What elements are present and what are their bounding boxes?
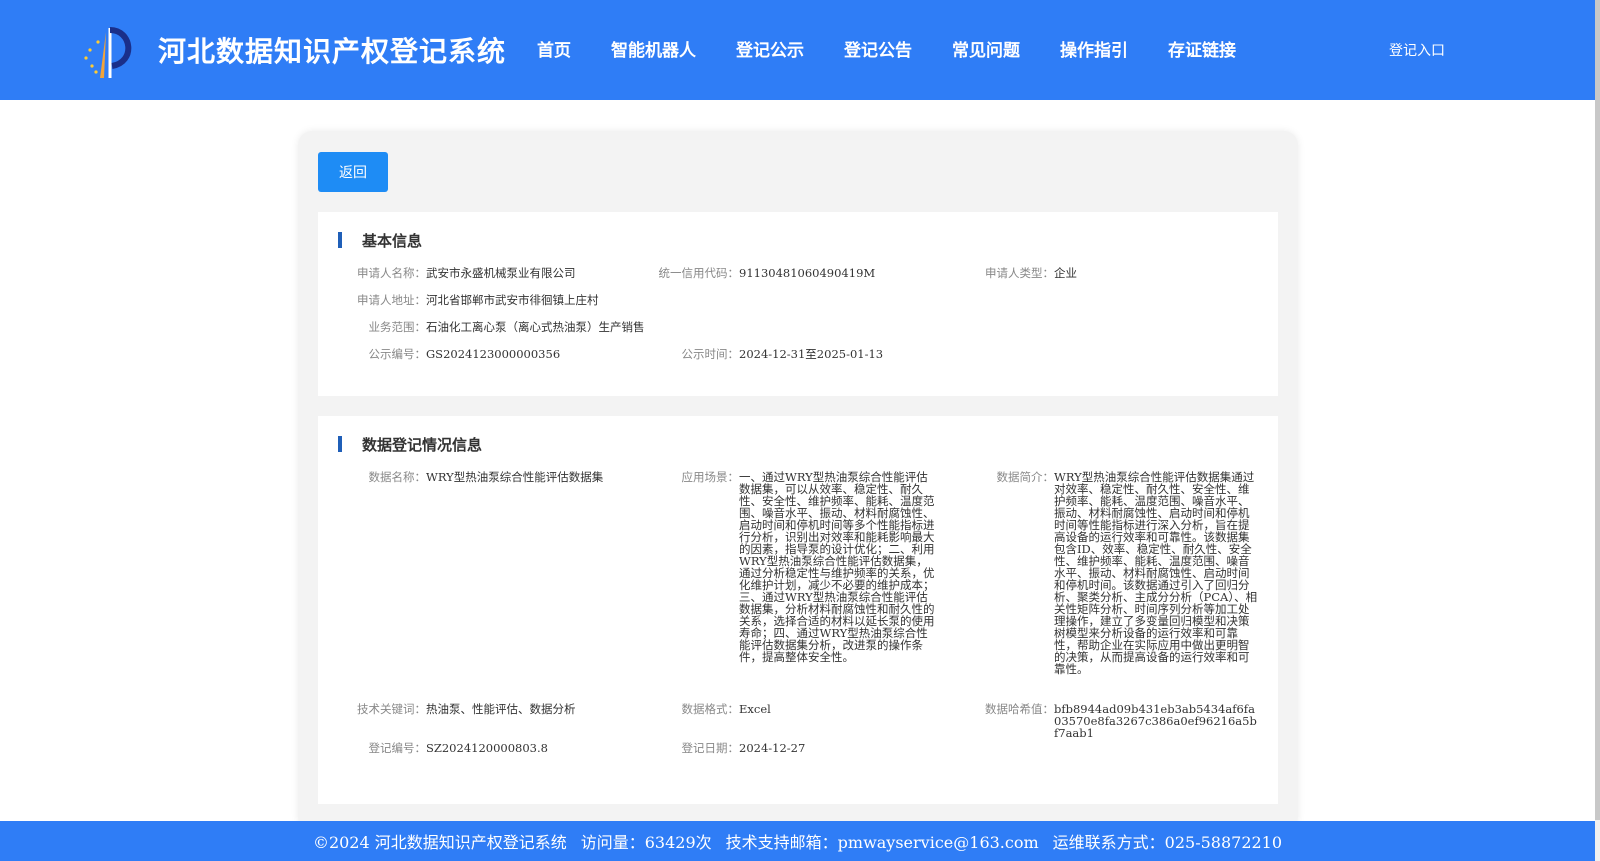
field-value: 河北省邯郸市武安市徘徊镇上庄村 bbox=[426, 293, 599, 307]
field-label: 数据简介： bbox=[996, 470, 1055, 484]
header-bar: 河北数据知识产权登记系统 首页 智能机器人 登记公示 登记公告 常见问题 操作指… bbox=[0, 0, 1595, 100]
nav-item-guide[interactable]: 操作指引 bbox=[1060, 36, 1128, 61]
field-value: WRY型热油泵综合性能评估数据集 bbox=[426, 470, 604, 484]
field-tech-keywords: 技术关键词： 热油泵、性能评估、数据分析 bbox=[357, 702, 626, 716]
field-registration-date: 登记日期： 2024-12-27 bbox=[682, 741, 935, 755]
field-value: 热油泵、性能评估、数据分析 bbox=[426, 702, 576, 716]
logo-icon bbox=[84, 27, 132, 78]
field-label: 登记编号： bbox=[368, 741, 427, 755]
page-scrollbar[interactable] bbox=[1595, 0, 1600, 861]
section-title-basic: 基本信息 bbox=[362, 231, 423, 250]
field-label: 申请人地址： bbox=[357, 293, 426, 307]
login-link[interactable]: 登记入口 bbox=[1389, 40, 1445, 60]
nav-item-home[interactable]: 首页 bbox=[537, 36, 571, 61]
section-header: 基本信息 bbox=[338, 231, 423, 250]
registration-info-panel: 数据登记情况信息 数据名称： WRY型热油泵综合性能评估数据集 应用场景： 一、… bbox=[318, 416, 1278, 804]
footer-copyright: ©2024 河北数据知识产权登记系统 bbox=[312, 833, 567, 852]
field-label: 统一信用代码： bbox=[658, 266, 740, 280]
field-label: 数据格式： bbox=[681, 702, 740, 716]
footer-phone: 运维联系方式：025-58872210 bbox=[1052, 833, 1283, 852]
field-registration-no: 登记编号： SZ2024120000803.8 bbox=[369, 741, 626, 755]
nav-item-faq[interactable]: 常见问题 bbox=[952, 36, 1020, 61]
section-marker bbox=[338, 232, 342, 248]
nav-item-publicity[interactable]: 登记公示 bbox=[736, 36, 804, 61]
field-label: 应用场景： bbox=[681, 470, 740, 484]
field-application-scenario: 应用场景： 一、通过WRY型热油泵综合性能评估数据集，可以从效率、稳定性、耐久性… bbox=[682, 470, 935, 664]
footer-bar: ©2024 河北数据知识产权登记系统 访问量：63429次 技术支持邮箱：pmw… bbox=[0, 821, 1595, 861]
field-label: 业务范围： bbox=[368, 320, 427, 334]
field-applicant-name: 申请人名称： 武安市永盛机械泵业有限公司 bbox=[357, 266, 576, 280]
field-label: 申请人类型： bbox=[985, 266, 1054, 280]
field-label: 数据哈希值： bbox=[985, 702, 1054, 716]
nav-item-evidence-link[interactable]: 存证链接 bbox=[1168, 36, 1236, 61]
field-value: 一、通过WRY型热油泵综合性能评估数据集，可以从效率、稳定性、耐久性、安全性、维… bbox=[739, 470, 935, 664]
field-value: bfb8944ad09b431eb3ab5434af6fa03570e8fa32… bbox=[1054, 702, 1257, 740]
field-data-hash: 数据哈希值： bfb8944ad09b431eb3ab5434af6fa0357… bbox=[985, 702, 1258, 740]
field-publicity-time: 公示时间： 2024-12-31至2025-01-13 bbox=[682, 347, 884, 361]
section-title-registration: 数据登记情况信息 bbox=[362, 435, 483, 454]
field-label: 登记日期： bbox=[681, 741, 740, 755]
field-value: 2024-12-31至2025-01-13 bbox=[739, 347, 884, 361]
field-applicant-type: 申请人类型： 企业 bbox=[985, 266, 1077, 280]
section-marker bbox=[338, 436, 342, 452]
field-value: 石油化工离心泵（离心式热油泵）生产销售 bbox=[426, 320, 645, 334]
field-value: 企业 bbox=[1054, 266, 1077, 280]
field-data-format: 数据格式： Excel bbox=[682, 702, 935, 716]
scrollbar-thumb[interactable] bbox=[1595, 0, 1600, 820]
basic-info-panel: 基本信息 申请人名称： 武安市永盛机械泵业有限公司 统一信用代码： 911304… bbox=[318, 212, 1278, 396]
field-value: WRY型热油泵综合性能评估数据集通过对效率、稳定性、耐久性、安全性、维护频率、能… bbox=[1054, 470, 1258, 676]
field-value: 91130481060490419M bbox=[739, 266, 876, 280]
field-label: 技术关键词： bbox=[357, 702, 426, 716]
field-data-name: 数据名称： WRY型热油泵综合性能评估数据集 bbox=[369, 470, 626, 484]
app-root: 河北数据知识产权登记系统 首页 智能机器人 登记公示 登记公告 常见问题 操作指… bbox=[0, 0, 1600, 861]
field-label: 公示时间： bbox=[681, 347, 740, 361]
section-header: 数据登记情况信息 bbox=[338, 435, 483, 454]
nav-item-robot[interactable]: 智能机器人 bbox=[611, 36, 696, 61]
footer-visits: 访问量：63429次 bbox=[580, 833, 712, 852]
field-value: Excel bbox=[739, 702, 771, 716]
field-credit-code: 统一信用代码： 91130481060490419M bbox=[659, 266, 876, 280]
back-button[interactable]: 返回 bbox=[318, 152, 388, 192]
field-address: 申请人地址： 河北省邯郸市武安市徘徊镇上庄村 bbox=[357, 293, 599, 307]
field-label: 申请人名称： bbox=[357, 266, 426, 280]
field-data-summary: 数据简介： WRY型热油泵综合性能评估数据集通过对效率、稳定性、耐久性、安全性、… bbox=[997, 470, 1258, 676]
field-label: 公示编号： bbox=[368, 347, 427, 361]
footer-email: 技术支持邮箱：pmwayservice@163.com bbox=[725, 833, 1039, 852]
field-value: 武安市永盛机械泵业有限公司 bbox=[426, 266, 576, 280]
field-value: GS2024123000000356 bbox=[426, 347, 561, 361]
main-nav: 首页 智能机器人 登记公示 登记公告 常见问题 操作指引 存证链接 bbox=[537, 36, 1276, 61]
detail-card: 返回 基本信息 申请人名称： 武安市永盛机械泵业有限公司 统一信用代码： 911… bbox=[298, 131, 1298, 831]
nav-item-announcement[interactable]: 登记公告 bbox=[844, 36, 912, 61]
field-value: 2024-12-27 bbox=[739, 741, 806, 755]
field-publicity-no: 公示编号： GS2024123000000356 bbox=[369, 347, 561, 361]
field-label: 数据名称： bbox=[368, 470, 427, 484]
field-value: SZ2024120000803.8 bbox=[426, 741, 548, 755]
site-title: 河北数据知识产权登记系统 bbox=[158, 35, 507, 68]
field-business-scope: 业务范围： 石油化工离心泵（离心式热油泵）生产销售 bbox=[369, 320, 645, 334]
